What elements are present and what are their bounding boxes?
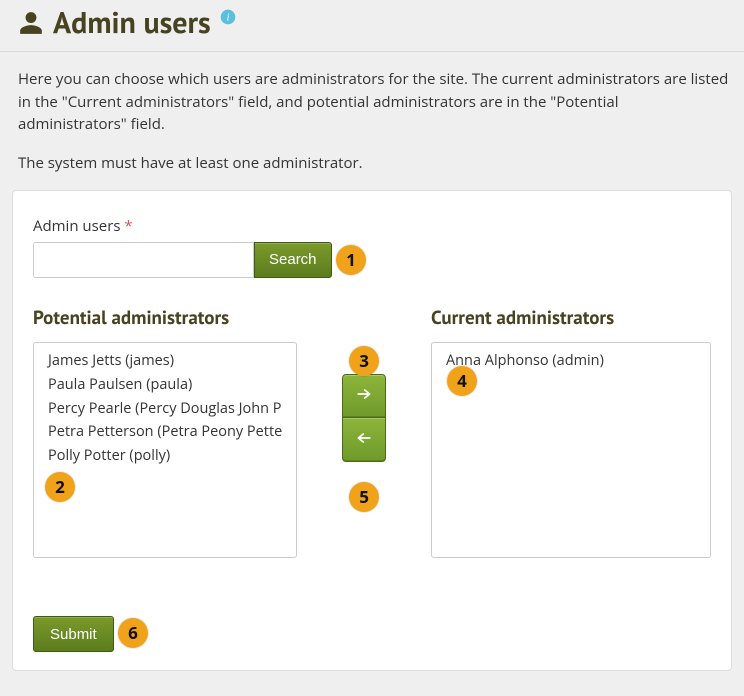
- current-heading: Current administrators: [431, 304, 711, 333]
- svg-text:i: i: [226, 12, 229, 23]
- list-item[interactable]: Polly Potter (polly): [34, 444, 296, 468]
- page-header: Admin users i: [0, 0, 744, 52]
- user-icon: [18, 10, 44, 36]
- callout-5: 5: [349, 482, 379, 512]
- search-row: Search 1: [33, 242, 711, 278]
- search-label: Admin users: [33, 216, 120, 236]
- move-left-button[interactable]: [342, 418, 386, 462]
- current-column: Current administrators Anna Alphonso (ad…: [431, 304, 711, 559]
- search-label-row: Admin users *: [33, 215, 711, 238]
- intro-text: Here you can choose which users are admi…: [0, 68, 744, 174]
- list-item[interactable]: James Jetts (james): [34, 349, 296, 373]
- arrow-right-icon: [356, 388, 372, 403]
- info-icon[interactable]: i: [220, 9, 236, 25]
- current-listbox[interactable]: Anna Alphonso (admin): [431, 342, 711, 558]
- page-title: Admin users: [53, 0, 211, 45]
- list-item[interactable]: Petra Petterson (Petra Peony Pette: [34, 420, 296, 444]
- potential-column: Potential administrators James Jetts (ja…: [33, 304, 297, 559]
- callout-3: 3: [349, 346, 379, 376]
- potential-heading: Potential administrators: [33, 304, 297, 333]
- list-item[interactable]: Anna Alphonso (admin): [432, 349, 710, 373]
- arrow-left-icon: [356, 432, 372, 447]
- search-input[interactable]: [33, 242, 254, 278]
- potential-listbox[interactable]: James Jetts (james) Paula Paulsen (paula…: [33, 342, 297, 558]
- move-right-button[interactable]: [342, 374, 386, 418]
- transfer-column: 3 5: [297, 304, 431, 559]
- transfer-buttons: [342, 374, 386, 462]
- intro-paragraph-2: The system must have at least one admini…: [18, 152, 730, 175]
- form-panel: Admin users * Search 1 Potential adminis…: [12, 190, 732, 671]
- required-asterisk: *: [124, 216, 132, 236]
- submit-button[interactable]: Submit: [33, 616, 114, 652]
- dual-list-picker: Potential administrators James Jetts (ja…: [33, 304, 711, 559]
- search-button[interactable]: Search: [254, 242, 332, 278]
- list-item[interactable]: Paula Paulsen (paula): [34, 373, 296, 397]
- callout-6: 6: [118, 618, 148, 648]
- footer-actions: Submit 6: [33, 616, 711, 652]
- list-item[interactable]: Percy Pearle (Percy Douglas John P: [34, 397, 296, 421]
- callout-1: 1: [336, 245, 366, 275]
- intro-paragraph-1: Here you can choose which users are admi…: [18, 68, 730, 136]
